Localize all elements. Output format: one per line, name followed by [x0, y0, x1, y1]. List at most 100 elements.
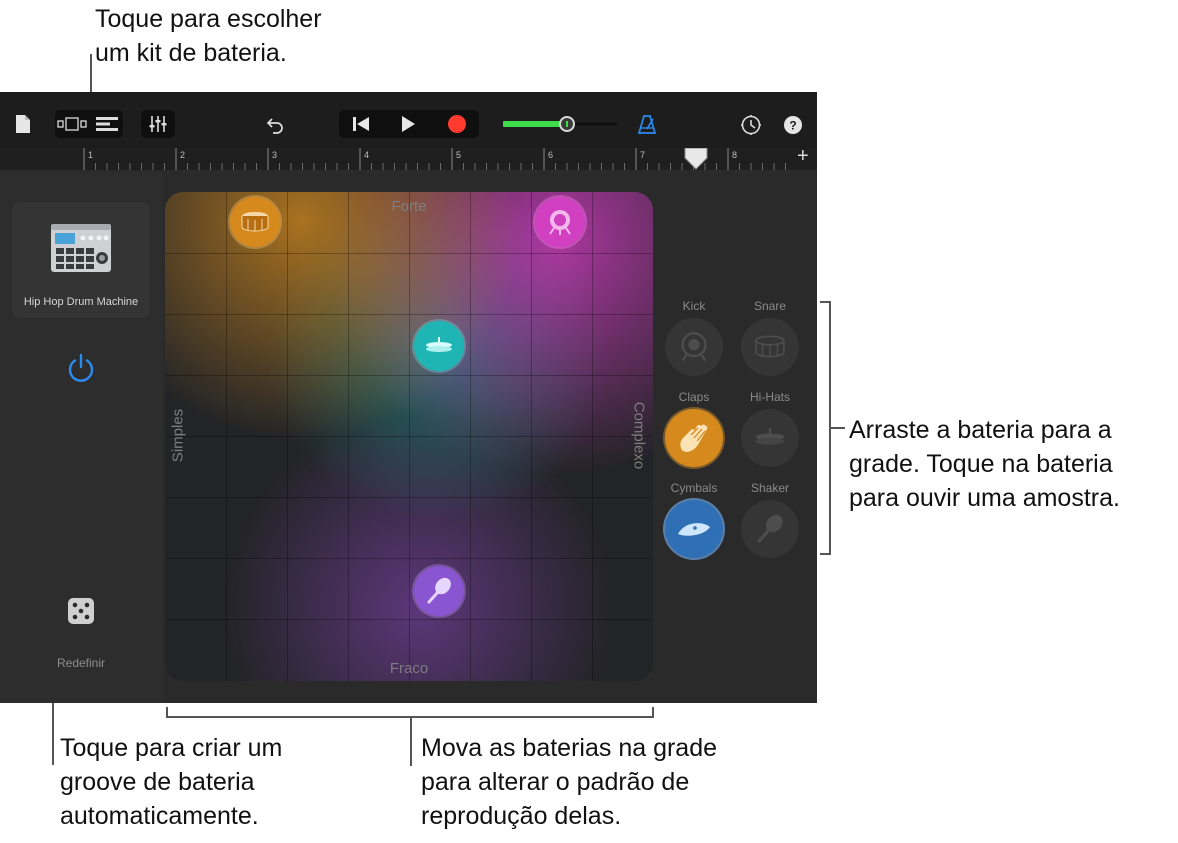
- pad-label-kick: Kick: [682, 299, 706, 313]
- pad-label-snare: Snare: [753, 299, 787, 313]
- shaker-icon: [427, 577, 451, 604]
- help-button[interactable]: ?: [782, 114, 804, 136]
- instrument-view-button[interactable]: [56, 112, 88, 136]
- grid-axis-bottom-label: Fraco: [389, 660, 429, 677]
- callout-text: Arraste a bateria para a: [849, 416, 1112, 444]
- play-icon: [402, 116, 415, 132]
- master-volume-slider[interactable]: [503, 114, 617, 134]
- kick-drum-icon: [549, 210, 571, 235]
- pad-snare[interactable]: [741, 318, 799, 376]
- hand-clap-icon: [680, 424, 708, 452]
- callout-text: Toque para escolher: [95, 5, 322, 33]
- grid-line: [165, 375, 653, 376]
- add-section-button[interactable]: +: [797, 145, 809, 168]
- grid-axis-left-label: Simples: [169, 408, 187, 463]
- document-icon: [16, 115, 30, 133]
- drummer-power-button[interactable]: [63, 350, 99, 386]
- callout-drag-drum: Arraste a bateria para a grade. Toque na…: [849, 413, 1120, 515]
- grid-line: [165, 558, 653, 559]
- control-bar: ?: [0, 92, 817, 148]
- grid-line: [165, 314, 653, 315]
- callout-text: reprodução delas.: [421, 802, 622, 830]
- settings-gear-icon: [741, 115, 761, 135]
- leader-bracket: [652, 707, 654, 717]
- metronome-icon: [637, 115, 657, 134]
- callout-text: para alterar o padrão de: [421, 768, 690, 796]
- callout-choose-kit: Toque para escolher um kit de bateria.: [95, 2, 322, 70]
- snare-drum-puck[interactable]: [230, 197, 280, 247]
- ruler-bar-number: 2: [180, 150, 185, 160]
- power-icon: [68, 353, 94, 382]
- browser-view-icon: [57, 117, 87, 131]
- shaker-puck[interactable]: [414, 566, 464, 616]
- hi-hat-puck[interactable]: [414, 321, 464, 371]
- go-to-beginning-button[interactable]: [341, 110, 381, 138]
- callout-text: Mova as baterias na grade: [421, 734, 718, 762]
- callout-text: um kit de bateria.: [95, 39, 287, 67]
- drum-pattern-grid[interactable]: Forte Fraco Simples Complexo: [165, 192, 653, 681]
- callout-text: groove de bateria: [60, 768, 255, 796]
- snare-drum-icon: [755, 335, 785, 358]
- timeline-ruler[interactable]: 1 2 3 4 5 6 7 8 +: [0, 145, 817, 170]
- tracks-view-button[interactable]: [92, 112, 122, 136]
- pad-shaker[interactable]: [741, 500, 799, 558]
- pad-label-shaker: Shaker: [750, 481, 790, 495]
- kick-drum-icon: [681, 332, 707, 362]
- callout-text: automaticamente.: [60, 802, 259, 830]
- undo-button[interactable]: [263, 114, 287, 136]
- mixer-button[interactable]: [141, 110, 175, 138]
- pad-label-cymbals: Cymbals: [670, 481, 718, 495]
- pad-claps[interactable]: [665, 409, 723, 467]
- tracks-view-icon: [96, 117, 118, 131]
- volume-slider-track: [503, 116, 617, 132]
- mixer-sliders-icon: [149, 116, 167, 132]
- grid-line: [165, 497, 653, 498]
- callout-move-drums: Mova as baterias na grade para alterar o…: [421, 731, 717, 833]
- playhead-icon[interactable]: [684, 147, 708, 175]
- leader-line: [410, 716, 412, 766]
- callout-auto-groove: Toque para criar um groove de bateria au…: [60, 731, 282, 833]
- reset-dice-button[interactable]: [66, 596, 96, 626]
- pad-hi-hats[interactable]: [741, 409, 799, 467]
- reset-label: Redefinir: [56, 656, 106, 670]
- record-icon: [448, 115, 466, 133]
- skip-back-icon: [353, 117, 369, 131]
- drum-kit-selector[interactable]: Hip Hop Drum Machine: [12, 202, 150, 318]
- metronome-button[interactable]: [636, 112, 658, 136]
- leader-line: [830, 427, 845, 429]
- leader-bracket: [820, 553, 830, 555]
- shaker-icon: [757, 514, 783, 543]
- grid-line: [165, 436, 653, 437]
- drum-machine-icon: [51, 224, 111, 272]
- grid-line: [165, 253, 653, 254]
- drummer-sidebar: Hip Hop Drum Machine Redefinir: [0, 172, 163, 703]
- ruler-bar-number: 1: [88, 150, 93, 160]
- record-button[interactable]: [437, 110, 477, 138]
- play-button[interactable]: [388, 110, 428, 138]
- drum-kit-name: Hip Hop Drum Machine: [23, 296, 139, 308]
- ruler-bar-number: 7: [640, 150, 645, 160]
- ruler-bar-number: 6: [548, 150, 553, 160]
- callout-text: para ouvir uma amostra.: [849, 484, 1120, 512]
- kick-drum-puck[interactable]: [535, 197, 585, 247]
- dice-icon: [68, 598, 94, 624]
- grid-line: [165, 619, 653, 620]
- ruler-bar-number: 3: [272, 150, 277, 160]
- callout-text: grade. Toque na bateria: [849, 450, 1113, 478]
- callout-text: Toque para criar um: [60, 734, 283, 762]
- svg-text:?: ?: [789, 119, 796, 133]
- hi-hat-icon: [426, 337, 452, 352]
- leader-bracket: [820, 301, 830, 303]
- settings-button[interactable]: [739, 113, 763, 137]
- hi-hat-icon: [755, 428, 785, 445]
- pad-kick[interactable]: [665, 318, 723, 376]
- my-songs-button[interactable]: [14, 114, 32, 134]
- undo-icon: [266, 118, 283, 134]
- help-icon: ?: [784, 116, 802, 134]
- pad-label-claps: Claps: [678, 390, 710, 404]
- pad-label-hi-hats: Hi-Hats: [749, 390, 790, 404]
- ruler-bar-number: 8: [732, 150, 737, 160]
- leader-bracket: [166, 707, 168, 717]
- pad-cymbals[interactable]: [665, 500, 723, 558]
- drummer-app: ? 12345678 + Hip Hop Drum Machine Redefi…: [0, 92, 817, 703]
